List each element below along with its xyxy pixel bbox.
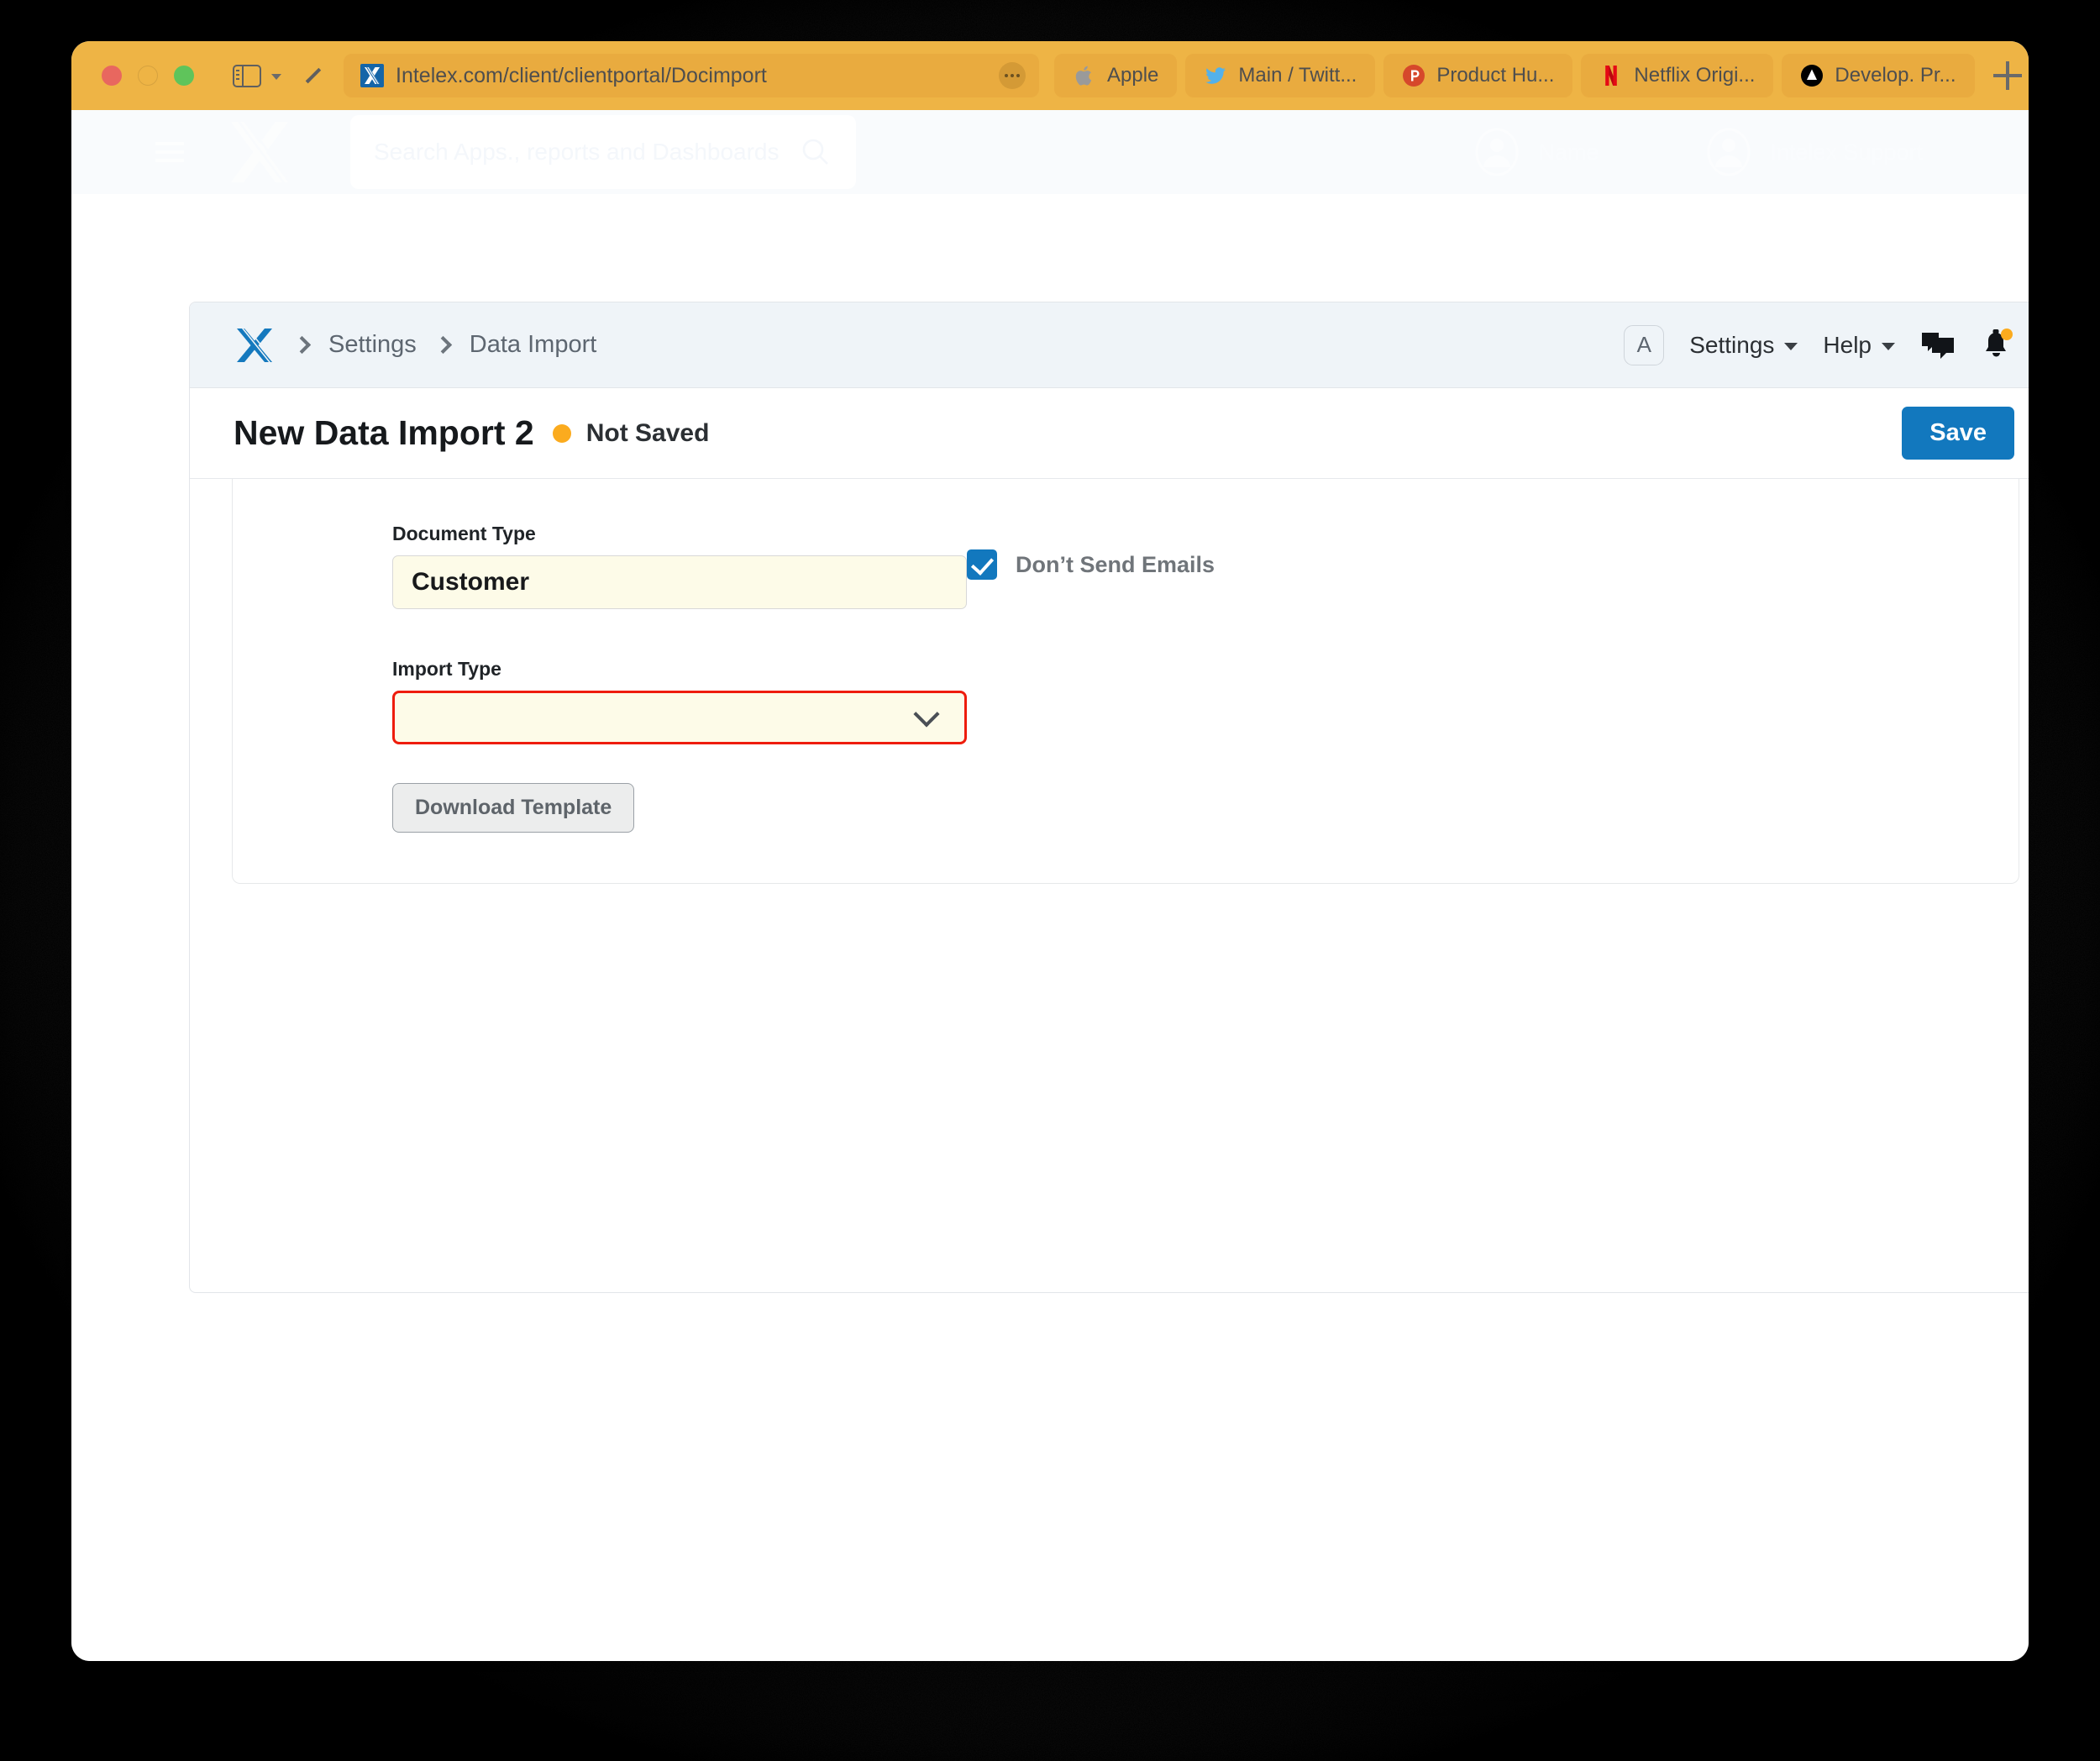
breadcrumb-actions: A Settings Help: [1624, 324, 2014, 365]
sidebar-toggle-icon: [233, 64, 261, 87]
minimize-window-button[interactable]: [138, 66, 158, 86]
bookmark-label: Apple: [1107, 64, 1159, 87]
notifications-button[interactable]: [1981, 328, 2014, 363]
hamburger-icon[interactable]: [155, 141, 184, 163]
intelex-logo-icon: [231, 122, 292, 182]
bookmark-producthunt[interactable]: Product Hu...: [1383, 54, 1573, 97]
import-type-label: Import Type: [392, 658, 501, 680]
address-bar[interactable]: Intelex.com/client/clientportal/Docimpor…: [344, 54, 1039, 97]
import-type-select[interactable]: [392, 691, 967, 744]
download-template-button[interactable]: Download Template: [392, 783, 635, 833]
chat-bubbles-icon: [1922, 332, 1954, 359]
user-avatar-icon: [1707, 128, 1751, 176]
user-menu[interactable]: Name: [1474, 128, 1599, 176]
user-name-label: Name: [1538, 139, 1599, 165]
settings-menu-label: Settings: [1689, 331, 1775, 358]
bookmark-label: Main / Twitt...: [1238, 64, 1357, 87]
browser-window: Intelex.com/client/clientportal/Docimpor…: [71, 41, 2029, 1661]
status-dot-icon: [552, 423, 571, 443]
page-header: New Data Import 2 Not Saved Save: [190, 388, 2029, 479]
back-chevron-icon[interactable]: [305, 67, 322, 84]
notification-bell-icon: [1986, 328, 2013, 356]
search-icon: [802, 139, 828, 165]
bookmark-apple[interactable]: Apple: [1054, 54, 1178, 97]
bookmark-label: Product Hu...: [1436, 64, 1555, 87]
bookmark-label: Netflix Origi...: [1634, 64, 1756, 87]
ellipsis-icon[interactable]: [999, 62, 1026, 89]
document-type-input[interactable]: Customer: [392, 555, 967, 609]
bookmark-develop[interactable]: Develop. Pr...: [1782, 54, 1975, 97]
intelex-logo-icon[interactable]: [234, 325, 276, 365]
bookmark-twitter[interactable]: Main / Twitt...: [1185, 54, 1376, 97]
user-avatar-icon: [1475, 128, 1519, 176]
document-type-field: Document Type Customer: [392, 523, 967, 609]
chat-button[interactable]: [1920, 329, 1956, 361]
plus-icon[interactable]: [1992, 61, 2022, 90]
global-navigation-bar: Search Apps., reports and Dashboards Nam…: [71, 110, 2029, 194]
form-area: Document Type Customer Import Type Downl…: [190, 479, 2029, 884]
field-spacer: [392, 609, 913, 658]
import-form-card: Document Type Customer Import Type Downl…: [232, 479, 2019, 884]
chevron-down-icon: [1784, 343, 1798, 350]
breadcrumb-separator-icon: [433, 335, 452, 355]
document-type-value: Customer: [412, 568, 530, 596]
checkmark-icon[interactable]: [967, 549, 997, 580]
save-button[interactable]: Save: [1902, 407, 2014, 460]
zoom-window-button[interactable]: [174, 66, 194, 86]
sidebar-toggle-button[interactable]: [233, 64, 281, 87]
help-menu-button[interactable]: Help: [1823, 332, 1895, 359]
chevron-down-icon: [1882, 343, 1895, 350]
breadcrumb-separator-icon: [292, 335, 312, 355]
dropbox-icon: [1801, 65, 1824, 87]
document-type-label: Document Type: [392, 523, 536, 544]
page-content: Search Apps., reports and Dashboards Nam…: [71, 110, 2029, 1661]
form-right-column: Don’t Send Emails: [913, 523, 1215, 833]
form-left-column: Document Type Customer Import Type Downl…: [233, 523, 967, 833]
chevron-down-icon: [271, 74, 281, 80]
intelex-icon: [360, 64, 384, 87]
apple-icon: [1075, 66, 1092, 86]
global-nav-right: Name Intelex Support: [1474, 128, 1995, 176]
netflix-icon: [1605, 66, 1618, 86]
producthunt-icon: [1403, 65, 1425, 87]
breadcrumb-item-data-import[interactable]: Data Import: [470, 331, 597, 359]
data-import-panel: Settings Data Import A Settings Help New…: [189, 302, 2029, 1293]
close-window-button[interactable]: [102, 66, 122, 86]
url-text: Intelex.com/client/clientportal/Docimpor…: [396, 63, 767, 87]
breadcrumb-bar: Settings Data Import A Settings Help: [190, 302, 2029, 388]
global-search-input[interactable]: Search Apps., reports and Dashboards: [350, 115, 856, 189]
support-menu[interactable]: Intelex Support: [1706, 128, 1923, 176]
window-controls: [102, 66, 194, 86]
support-name-label: Intelex Support: [1770, 139, 1923, 165]
avatar[interactable]: A: [1624, 324, 1665, 365]
dont-send-emails-label: Don’t Send Emails: [1016, 551, 1215, 577]
browser-toolbar: Intelex.com/client/clientportal/Docimpor…: [71, 41, 2029, 110]
breadcrumb-item-settings[interactable]: Settings: [328, 331, 417, 359]
settings-menu-button[interactable]: Settings: [1689, 332, 1798, 359]
bookmarks-bar: Apple Main / Twitt... Product Hu... Netf…: [1054, 54, 1975, 97]
import-type-field: Import Type: [392, 658, 967, 744]
status-badge: Not Saved: [585, 418, 710, 447]
help-menu-label: Help: [1823, 331, 1872, 358]
bookmark-label: Develop. Pr...: [1835, 64, 1956, 87]
global-search-placeholder: Search Apps., reports and Dashboards: [374, 139, 780, 165]
page-title: New Data Import 2: [234, 413, 534, 452]
dont-send-emails-checkbox-row[interactable]: Don’t Send Emails: [967, 549, 1215, 580]
bookmark-netflix[interactable]: Netflix Origi...: [1581, 54, 1774, 97]
twitter-icon: [1205, 67, 1226, 84]
